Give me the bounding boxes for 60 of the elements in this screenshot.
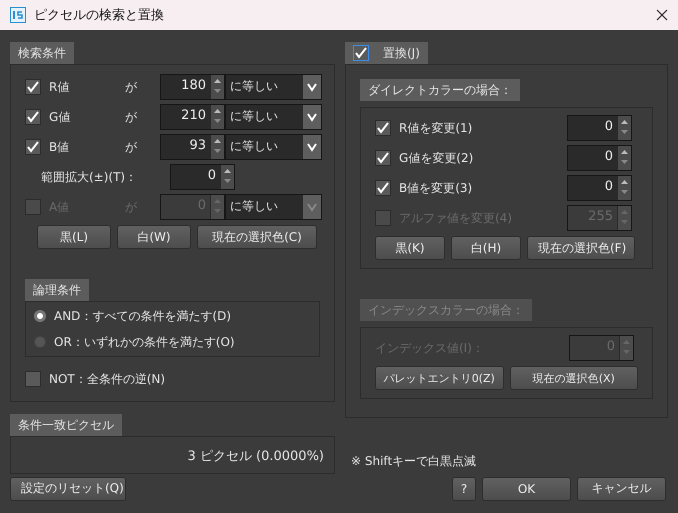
color-preset-button[interactable]: 現在の選択色(C) xyxy=(197,225,317,249)
spinner-arrows-icon[interactable] xyxy=(210,105,224,129)
spinner-arrows-icon[interactable] xyxy=(210,135,224,159)
checkbox[interactable] xyxy=(375,150,391,166)
checkbox[interactable] xyxy=(25,79,41,95)
radio-label: OR：いずれかの条件を満たす(O) xyxy=(54,334,235,350)
range-label: 範囲拡大(±)(T)： xyxy=(41,168,138,186)
number-field[interactable]: 0 xyxy=(567,115,632,141)
condition-dropdown[interactable]: に等しい xyxy=(225,104,322,130)
number-field[interactable]: 180 xyxy=(160,74,225,100)
checkbox[interactable] xyxy=(375,180,391,196)
radio-label: AND：すべての条件を満たす(D) xyxy=(54,308,232,324)
number-field[interactable]: 0 xyxy=(170,164,235,190)
operator-label: が xyxy=(125,138,138,156)
replace-label: 置換(J) xyxy=(383,44,420,62)
color-preset-button[interactable]: 白(H) xyxy=(451,236,521,260)
spinner-arrows-icon[interactable] xyxy=(617,176,631,200)
color-preset-button[interactable]: 白(W) xyxy=(117,225,191,249)
channel-label: B値を変更(3) xyxy=(399,180,474,196)
shift-hint: ※ Shiftキーで白黒点滅 xyxy=(351,453,478,470)
window-title: ピクセルの検索と置換 xyxy=(34,7,165,24)
spinner-arrows-icon[interactable] xyxy=(220,165,234,189)
match-count: 3 ピクセル (0.0000%) xyxy=(187,448,324,465)
checkbox-label: NOT：全条件の逆(N) xyxy=(49,370,166,388)
channel-label: G値を変更(2) xyxy=(399,150,474,166)
spinner-arrows-icon[interactable] xyxy=(617,146,631,170)
channel-label: R値を変更(1) xyxy=(399,120,474,136)
close-icon[interactable] xyxy=(656,9,668,21)
reset-button[interactable]: 設定のリセット(Q) xyxy=(10,476,126,500)
operator-label: が xyxy=(125,78,138,96)
chevron-down-icon[interactable] xyxy=(303,135,321,159)
number-field[interactable]: 0 xyxy=(567,175,632,201)
chevron-down-icon[interactable] xyxy=(303,105,321,129)
color-preset-button[interactable]: 黒(K) xyxy=(375,236,445,260)
condition-dropdown[interactable]: に等しい xyxy=(225,74,322,100)
checkbox[interactable] xyxy=(25,371,41,387)
channel-label: G値 xyxy=(49,108,72,126)
operator-label: が xyxy=(125,108,138,126)
chevron-down-icon[interactable] xyxy=(303,75,321,99)
checkbox[interactable] xyxy=(25,109,41,125)
radio-button[interactable] xyxy=(34,336,46,348)
condition-dropdown[interactable]: に等しい xyxy=(225,134,322,160)
group-tab: インデックスカラーの場合： xyxy=(360,299,532,321)
color-preset-button[interactable]: 黒(L) xyxy=(37,225,111,249)
color-preset-button[interactable]: 現在の選択色(F) xyxy=(527,236,635,260)
spinner-arrows-icon[interactable] xyxy=(617,116,631,140)
channel-label: R値 xyxy=(49,78,70,96)
cancel-button[interactable]: キャンセル xyxy=(577,476,666,500)
app-icon xyxy=(10,7,26,23)
channel-label: B値 xyxy=(49,138,70,156)
radio-button[interactable] xyxy=(34,310,46,322)
checkbox[interactable] xyxy=(353,45,369,61)
spinner-arrows-icon[interactable] xyxy=(210,75,224,99)
checkbox[interactable] xyxy=(375,120,391,136)
help-button[interactable]: ? xyxy=(452,476,476,500)
number-field[interactable]: 210 xyxy=(160,104,225,130)
number-field[interactable]: 0 xyxy=(567,145,632,171)
checkbox[interactable] xyxy=(25,139,41,155)
number-field[interactable]: 93 xyxy=(160,134,225,160)
ok-button[interactable]: OK xyxy=(482,476,571,500)
